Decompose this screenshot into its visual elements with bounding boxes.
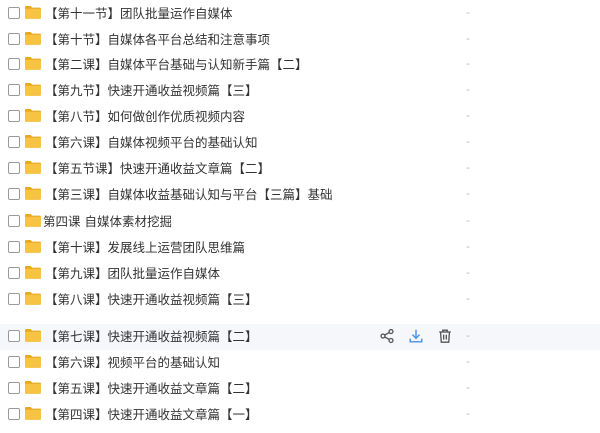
row-checkbox[interactable] (8, 382, 20, 394)
folder-row[interactable]: 【第八节】如何做创作优质视频内容 - (0, 104, 600, 130)
folder-row[interactable]: 【第七课】快速开通收益视频篇【二】 - (0, 324, 600, 350)
folder-name-link[interactable]: 【第七课】快速开通收益视频篇【二】 (45, 328, 258, 345)
folder-size: - (466, 329, 470, 342)
folder-row[interactable]: 【第六课】视频平台的基础认知 - (0, 350, 600, 376)
folder-icon (24, 238, 42, 254)
row-checkbox[interactable] (8, 33, 20, 45)
folder-size: - (466, 32, 470, 45)
folder-size: - (466, 83, 470, 96)
row-checkbox[interactable] (8, 7, 20, 19)
folder-icon (24, 107, 42, 123)
folder-icon (24, 81, 42, 97)
row-checkbox[interactable] (8, 293, 20, 305)
folder-icon (24, 185, 42, 201)
folder-icon (24, 55, 42, 71)
folder-size: - (466, 6, 470, 19)
folder-row[interactable]: 【第八课】快速开通收益视频篇【三】 - (0, 287, 600, 313)
row-checkbox[interactable] (8, 188, 20, 200)
row-checkbox[interactable] (8, 136, 20, 148)
folder-size: - (466, 240, 470, 253)
row-checkbox[interactable] (8, 110, 20, 122)
folder-name-link[interactable]: 【第五课】快速开通收益文章篇【二】 (45, 380, 258, 397)
folder-size: - (466, 135, 470, 148)
folder-icon (24, 327, 42, 343)
row-checkbox[interactable] (8, 330, 20, 342)
folder-icon (24, 405, 42, 421)
folder-name-link[interactable]: 【第六课】自媒体视频平台的基础认知 (45, 134, 258, 151)
folder-icon (24, 133, 42, 149)
folder-size: - (466, 407, 470, 420)
folder-name-link[interactable]: 【第八节】如何做创作优质视频内容 (45, 108, 245, 125)
folder-name-link[interactable]: 【第十节】自媒体各平台总结和注意事项 (45, 31, 270, 48)
folder-name-link[interactable]: 【第十一节】团队批量运作自媒体 (45, 5, 233, 22)
folder-name-link[interactable]: 【第二课】自媒体平台基础与认知新手篇【二】 (45, 56, 308, 73)
row-checkbox[interactable] (8, 215, 20, 227)
folder-row[interactable]: 【第十一节】团队批量运作自媒体 - (0, 1, 600, 27)
row-checkbox[interactable] (8, 84, 20, 96)
folder-size: - (466, 57, 470, 70)
file-list: 【第十一节】团队批量运作自媒体 - 【第十节】自媒体各平台总结和注意事项 - 【第二课】… (0, 0, 600, 433)
folder-size: - (466, 381, 470, 394)
row-checkbox[interactable] (8, 267, 20, 279)
row-checkbox[interactable] (8, 58, 20, 70)
folder-row[interactable]: 【第十节】自媒体各平台总结和注意事项 - (0, 27, 600, 53)
row-checkbox[interactable] (8, 408, 20, 420)
folder-row[interactable]: 【第九课】团队批量运作自媒体 - (0, 261, 600, 287)
download-icon[interactable] (407, 327, 425, 345)
folder-name-link[interactable]: 【第四课】快速开通收益文章篇【一】 (45, 406, 258, 423)
folder-row[interactable]: 【第四课】快速开通收益文章篇【一】 - (0, 402, 600, 428)
folder-size: - (466, 187, 470, 200)
folder-row[interactable]: 【第五节课】快速开通收益文章篇【二】 - (0, 156, 600, 182)
folder-size: - (466, 214, 470, 227)
folder-name-link[interactable]: 【第九节】快速开通收益视频篇【三】 (45, 82, 258, 99)
folder-icon (24, 159, 42, 175)
folder-icon (24, 212, 42, 228)
row-actions (378, 326, 465, 346)
folder-row[interactable]: 【第六课】自媒体视频平台的基础认知 - (0, 130, 600, 156)
delete-icon[interactable] (436, 327, 454, 345)
folder-icon (24, 4, 42, 20)
row-checkbox[interactable] (8, 162, 20, 174)
folder-row[interactable]: 【第五课】快速开通收益文章篇【二】 - (0, 376, 600, 402)
share-icon[interactable] (378, 327, 396, 345)
folder-icon (24, 379, 42, 395)
folder-name-link[interactable]: 【第十课】发展线上运营团队思维篇 (45, 239, 245, 256)
folder-icon (24, 353, 42, 369)
folder-size: - (466, 109, 470, 122)
folder-name-link[interactable]: 【第三课】自媒体收益基础认知与平台【三篇】基础 (45, 186, 333, 203)
folder-name-link[interactable]: 第四课 自媒体素材挖掘 (43, 213, 172, 230)
folder-size: - (466, 292, 470, 305)
folder-name-link[interactable]: 【第五节课】快速开通收益文章篇【二】 (45, 160, 270, 177)
folder-name-link[interactable]: 【第八课】快速开通收益视频篇【三】 (45, 291, 258, 308)
folder-size: - (466, 161, 470, 174)
row-checkbox[interactable] (8, 241, 20, 253)
folder-size: - (466, 266, 470, 279)
folder-icon (24, 290, 42, 306)
folder-row[interactable]: 【第九节】快速开通收益视频篇【三】 - (0, 78, 600, 104)
folder-row[interactable]: 第四课 自媒体素材挖掘 - (0, 209, 600, 235)
folder-name-link[interactable]: 【第九课】团队批量运作自媒体 (45, 265, 220, 282)
folder-icon (24, 264, 42, 280)
folder-row[interactable]: 【第二课】自媒体平台基础与认知新手篇【二】 - (0, 52, 600, 78)
folder-row[interactable]: 【第十课】发展线上运营团队思维篇 - (0, 235, 600, 261)
folder-size: - (466, 355, 470, 368)
folder-row[interactable]: 【第三课】自媒体收益基础认知与平台【三篇】基础 - (0, 182, 600, 208)
folder-name-link[interactable]: 【第六课】视频平台的基础认知 (45, 354, 220, 371)
row-checkbox[interactable] (8, 356, 20, 368)
folder-icon (24, 30, 42, 46)
